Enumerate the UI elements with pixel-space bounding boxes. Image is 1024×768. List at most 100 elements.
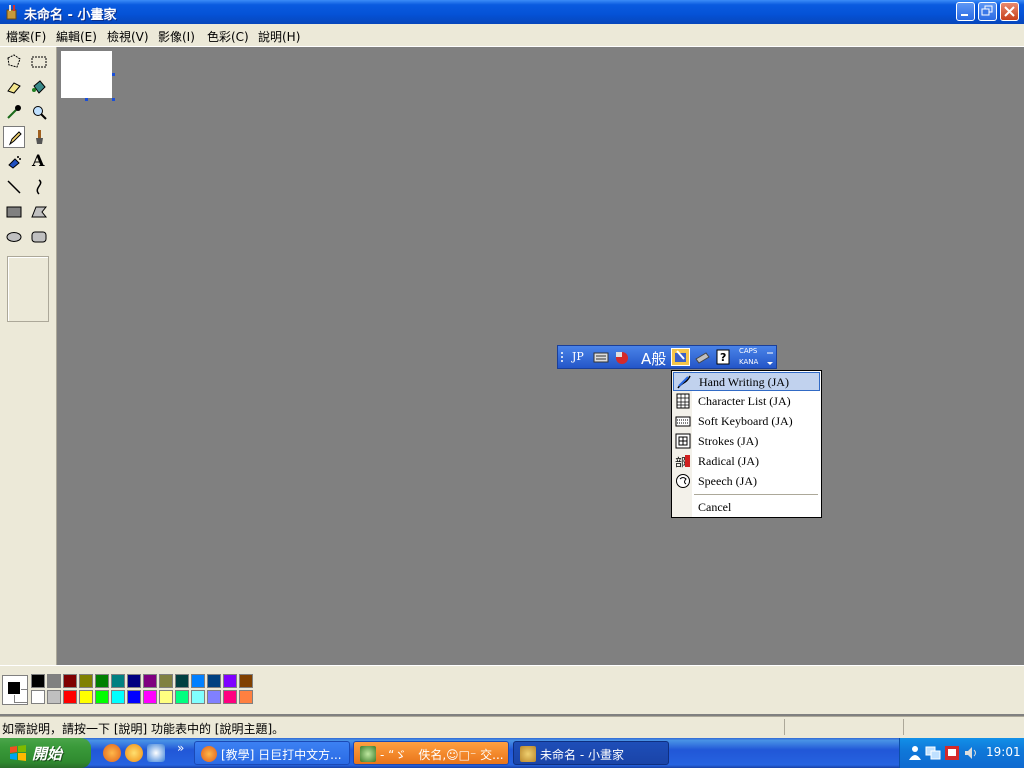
rectangle-tool[interactable]: [3, 201, 25, 223]
color-swatch[interactable]: [207, 674, 221, 688]
foreground-color-swatch[interactable]: [7, 681, 21, 695]
network-connection-icon[interactable]: [925, 745, 941, 761]
menu-item-cancel[interactable]: Cancel: [673, 498, 820, 517]
menu-colors[interactable]: 色彩(C): [207, 28, 249, 45]
resize-handle-right[interactable]: [112, 73, 115, 76]
minimize-button[interactable]: [956, 2, 975, 21]
radical-icon: 部: [675, 455, 690, 469]
color-swatch[interactable]: [191, 674, 205, 688]
quicklaunch-chevron-icon[interactable]: »: [177, 741, 184, 755]
status-bar: 如需說明，請按一下 [說明] 功能表中的 [說明主題]。: [0, 716, 1024, 738]
fill-bucket-icon: [32, 80, 46, 94]
minimize-icon: [961, 14, 968, 16]
task-button-ime[interactable]: - “ゞ 佚名,☺□⁻ 交...: [353, 741, 509, 765]
color-swatch[interactable]: [143, 690, 157, 704]
color-swatch[interactable]: [79, 674, 93, 688]
eraser-tool[interactable]: [3, 76, 25, 98]
task-button-firefox[interactable]: [教學] 日巨打中文方...: [194, 741, 350, 765]
line-tool[interactable]: [3, 176, 25, 198]
menu-item-soft-keyboard[interactable]: Soft Keyboard (JA): [673, 412, 820, 431]
task-button-paint[interactable]: 未命名 - 小畫家: [513, 741, 669, 765]
polygon-tool[interactable]: [28, 201, 50, 223]
color-swatch[interactable]: [111, 674, 125, 688]
ime-pad-button[interactable]: [671, 348, 690, 366]
color-swatch[interactable]: [159, 674, 173, 688]
start-button[interactable]: 開始: [0, 738, 91, 768]
color-swatch[interactable]: [223, 690, 237, 704]
color-swatch[interactable]: [95, 674, 109, 688]
free-form-select-tool[interactable]: [3, 51, 25, 73]
color-swatch[interactable]: [191, 690, 205, 704]
color-swatch[interactable]: [175, 674, 189, 688]
menu-item-hand-writing[interactable]: Hand Writing (JA): [673, 372, 820, 391]
color-swatch[interactable]: [47, 674, 61, 688]
brush-icon: [36, 130, 43, 144]
color-swatch[interactable]: [79, 690, 93, 704]
ime-app-icon: [360, 746, 376, 762]
magnifier-tool[interactable]: [28, 101, 50, 123]
color-swatch[interactable]: [31, 674, 45, 688]
help-icon[interactable]: ?: [716, 349, 730, 365]
menu-separator: [694, 494, 818, 495]
options-arrow-icon[interactable]: [765, 349, 775, 367]
resize-handle-corner[interactable]: [112, 98, 115, 101]
menu-item-speech[interactable]: Speech (JA): [673, 472, 820, 491]
firefox-quicklaunch-icon[interactable]: [103, 744, 121, 762]
resize-handle-bottom[interactable]: [85, 98, 88, 101]
color-swatch[interactable]: [111, 690, 125, 704]
ime-mode-jp[interactable]: JP: [572, 350, 584, 363]
tool-options-panel[interactable]: [7, 256, 49, 322]
curve-tool[interactable]: [28, 176, 50, 198]
close-button[interactable]: [1000, 2, 1019, 21]
ime-tray-icon[interactable]: [944, 745, 960, 761]
media-player-quicklaunch-icon[interactable]: [125, 744, 143, 762]
color-picker-tool[interactable]: [3, 101, 25, 123]
rectangle-icon: [6, 206, 22, 218]
menu-file[interactable]: 檔案(F): [6, 28, 46, 45]
clock[interactable]: 19:01: [986, 745, 1021, 759]
ellipse-tool[interactable]: [3, 226, 25, 248]
airbrush-tool[interactable]: [3, 151, 25, 173]
brush-tool[interactable]: [28, 126, 50, 148]
menu-help[interactable]: 說明(H): [258, 28, 300, 45]
color-swatch[interactable]: [63, 690, 77, 704]
menu-edit[interactable]: 編輯(E): [56, 28, 97, 45]
color-swatch[interactable]: [207, 690, 221, 704]
menu-image[interactable]: 影像(I): [158, 28, 195, 45]
pencil-tool[interactable]: [3, 126, 25, 148]
rounded-rect-tool[interactable]: [28, 226, 50, 248]
color-swatch[interactable]: [159, 690, 173, 704]
status-text: 如需說明，請按一下 [說明] 功能表中的 [說明主題]。: [2, 722, 285, 736]
color-swatch[interactable]: [47, 690, 61, 704]
restore-button[interactable]: [978, 2, 997, 21]
paint-app-icon: [6, 5, 17, 20]
input-mode-indicator[interactable]: A般: [641, 348, 666, 369]
fill-bucket-tool[interactable]: [28, 76, 50, 98]
ime-language-bar[interactable]: JP A般 ? CAPS KANA: [557, 345, 777, 369]
text-tool[interactable]: A: [28, 151, 50, 173]
color-swatch[interactable]: [239, 674, 253, 688]
speech-icon: [676, 474, 690, 488]
ime-pad-icon[interactable]: [613, 349, 631, 365]
drawing-canvas[interactable]: [61, 51, 112, 98]
drag-handle-icon[interactable]: [560, 350, 564, 364]
menu-item-character-list[interactable]: Character List (JA): [673, 392, 820, 411]
color-swatch[interactable]: [63, 674, 77, 688]
rect-select-tool[interactable]: [28, 51, 50, 73]
color-swatch[interactable]: [175, 690, 189, 704]
color-swatch[interactable]: [127, 674, 141, 688]
volume-icon[interactable]: [963, 745, 979, 761]
show-desktop-quicklaunch-icon[interactable]: [147, 744, 165, 762]
menu-view[interactable]: 檢視(V): [107, 28, 149, 45]
menu-item-strokes[interactable]: Strokes (JA): [673, 432, 820, 451]
color-swatch[interactable]: [239, 690, 253, 704]
keyboard-icon[interactable]: [593, 351, 609, 363]
color-swatch[interactable]: [143, 674, 157, 688]
color-swatch[interactable]: [95, 690, 109, 704]
color-swatch[interactable]: [31, 690, 45, 704]
tools-icon[interactable]: [694, 349, 710, 365]
menu-item-radical[interactable]: 部 Radical (JA): [673, 452, 820, 471]
color-swatch[interactable]: [127, 690, 141, 704]
color-swatch[interactable]: [223, 674, 237, 688]
network-user-icon[interactable]: [908, 745, 922, 761]
